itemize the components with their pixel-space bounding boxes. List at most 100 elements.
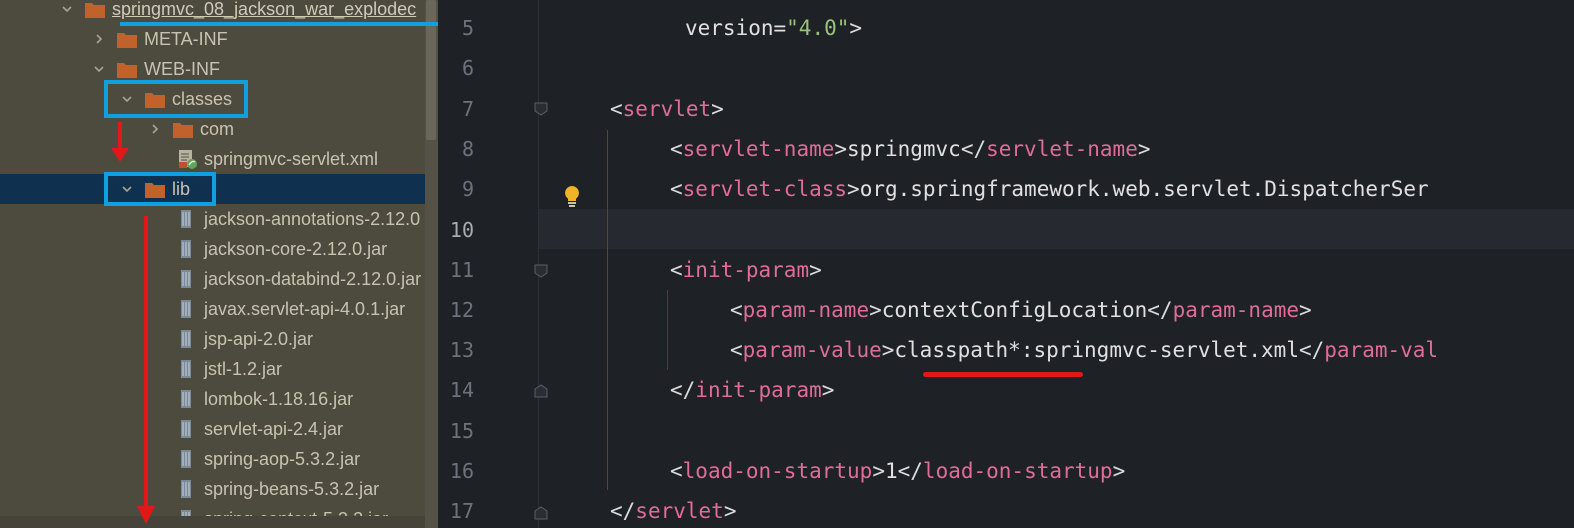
folder-icon	[144, 181, 165, 198]
tree-node-jar[interactable]: spring-aop-5.3.2.jar	[0, 444, 425, 474]
tree-node-label: springmvc_08_jackson_war_explodec	[112, 0, 417, 19]
fold-marker-icon[interactable]	[534, 102, 548, 116]
tag-name: param-name	[742, 298, 870, 322]
tree-node-jar[interactable]: lombok-1.18.16.jar	[0, 384, 425, 414]
tree-node-jar[interactable]: javax.servlet-api-4.0.1.jar	[0, 294, 425, 324]
tree-node-label: lombok-1.18.16.jar	[204, 388, 354, 409]
folder-icon	[144, 91, 165, 108]
line-number: 15	[449, 419, 474, 443]
tag-name: servlet-name	[682, 137, 835, 161]
line-number: 17	[449, 499, 474, 523]
folder-icon	[116, 61, 137, 78]
tag-name: param-val	[1324, 338, 1439, 362]
tag-name: init-param	[682, 258, 810, 282]
chevron-down-icon[interactable]	[120, 92, 134, 106]
code-line-11: <init-param>	[670, 258, 822, 282]
tree-node-label: springmvc-servlet.xml	[204, 148, 379, 169]
chevron-right-icon[interactable]	[148, 122, 162, 136]
jar-file-icon	[178, 359, 194, 379]
jar-file-icon	[178, 269, 194, 289]
tree-node-label: javax.servlet-api-4.0.1.jar	[204, 298, 406, 319]
line-number: 9	[461, 177, 474, 201]
tree-node-jar[interactable]: jackson-databind-2.12.0.jar	[0, 264, 425, 294]
code-line-7: <servlet>	[610, 97, 724, 121]
fold-marker-icon[interactable]	[534, 506, 548, 520]
attr-value: "4.0"	[786, 16, 850, 40]
jar-file-icon	[178, 239, 194, 259]
fold-marker-icon[interactable]	[534, 384, 548, 398]
fold-marker-icon[interactable]	[534, 264, 548, 278]
tree-node-web-inf[interactable]: WEB-INF	[0, 54, 425, 84]
jar-file-icon	[178, 209, 194, 229]
bracket: >	[849, 16, 863, 40]
tag-name: servlet	[635, 499, 724, 523]
line-number: 16	[449, 459, 474, 483]
spring-xml-file-icon	[176, 148, 198, 170]
tree-node-label: jstl-1.2.jar	[204, 358, 283, 379]
tree-node-meta-inf[interactable]: META-INF	[0, 24, 425, 54]
tree-node-label: jackson-databind-2.12.0.jar	[204, 268, 422, 289]
text-value: classpath*:springmvc-servlet.xml	[894, 338, 1299, 362]
tree-node-label: classes	[172, 88, 233, 109]
project-tree-panel: springmvc_08_jackson_war_explodec META-I…	[0, 0, 438, 528]
text-value: springmvc	[847, 137, 961, 161]
jar-file-icon	[178, 449, 194, 469]
attr-name: version=	[685, 16, 787, 40]
tree-node-label: META-INF	[144, 28, 228, 49]
jar-file-icon	[178, 479, 194, 499]
tree-node-jar[interactable]: jstl-1.2.jar	[0, 354, 425, 384]
jar-file-icon	[178, 299, 194, 319]
vertical-scrollbar[interactable]	[425, 0, 438, 528]
indent-guide	[607, 130, 608, 490]
code-line-8: <servlet-name>springmvc</servlet-name>	[670, 137, 1151, 161]
tree-node-label: servlet-api-2.4.jar	[204, 418, 344, 439]
tree-node-project[interactable]: springmvc_08_jackson_war_explodec	[60, 0, 438, 24]
scrollbar-thumb[interactable]	[426, 0, 436, 140]
line-number: 8	[461, 137, 474, 161]
tag-name: servlet-name	[986, 137, 1138, 161]
jar-file-icon	[178, 419, 194, 439]
line-number: 10	[449, 218, 474, 242]
tree-node-jar[interactable]: jsp-api-2.0.jar	[0, 324, 425, 354]
tree-node-label: lib	[172, 178, 191, 199]
horizontal-scrollbar[interactable]	[0, 516, 425, 528]
tree-node-jar[interactable]: servlet-api-2.4.jar	[0, 414, 425, 444]
tree-node-jar[interactable]: jackson-annotations-2.12.0	[0, 204, 425, 234]
code-line-16: <load-on-startup>1</load-on-startup>	[670, 459, 1126, 483]
tree-node-label: spring-beans-5.3.2.jar	[204, 478, 380, 499]
line-number: 5	[461, 16, 474, 40]
line-number: 14	[449, 378, 474, 402]
chevron-down-icon[interactable]	[120, 182, 134, 196]
tag-name: servlet-class	[682, 177, 848, 201]
line-number: 11	[449, 258, 474, 282]
chevron-down-icon[interactable]	[92, 62, 106, 76]
tag-name: servlet	[622, 97, 712, 121]
line-number: 7	[461, 97, 474, 121]
indent-guide	[667, 290, 668, 370]
folder-icon	[172, 121, 193, 138]
tree-node-com[interactable]: com	[0, 114, 425, 144]
chevron-right-icon[interactable]	[92, 32, 106, 46]
current-line-highlight	[539, 209, 1574, 249]
tree-node-label: spring-aop-5.3.2.jar	[204, 448, 361, 469]
chevron-down-icon[interactable]	[60, 2, 74, 16]
tree-node-jar[interactable]: spring-beans-5.3.2.jar	[0, 474, 425, 504]
text-value: contextConfigLocation	[881, 298, 1148, 322]
text-value: 1	[884, 459, 898, 483]
lightbulb-icon[interactable]	[562, 184, 582, 208]
annotation-underline-red	[923, 372, 1083, 377]
code-editor[interactable]: 5 6 7 8 9 10 11 12 13 14 15 16 17 version="4.0"> <se…	[438, 0, 1574, 528]
tag-name: param-value	[742, 338, 882, 362]
folder-icon	[84, 1, 105, 18]
tree-node-jar[interactable]: jackson-core-2.12.0.jar	[0, 234, 425, 264]
code-line-14: </init-param>	[670, 378, 835, 402]
annotation-underline-blue	[120, 22, 438, 26]
tree-node-label: jackson-core-2.12.0.jar	[204, 238, 388, 259]
tree-node-lib[interactable]: lib	[0, 174, 438, 204]
tag-name: param-name	[1172, 298, 1299, 322]
code-line-12: <param-name>contextConfigLocation</param…	[730, 298, 1312, 322]
tree-node-label: WEB-INF	[144, 58, 220, 79]
tree-node-classes[interactable]: classes	[0, 84, 425, 114]
tree-node-servlet-xml[interactable]: springmvc-servlet.xml	[0, 144, 425, 174]
line-number: 13	[449, 338, 474, 362]
